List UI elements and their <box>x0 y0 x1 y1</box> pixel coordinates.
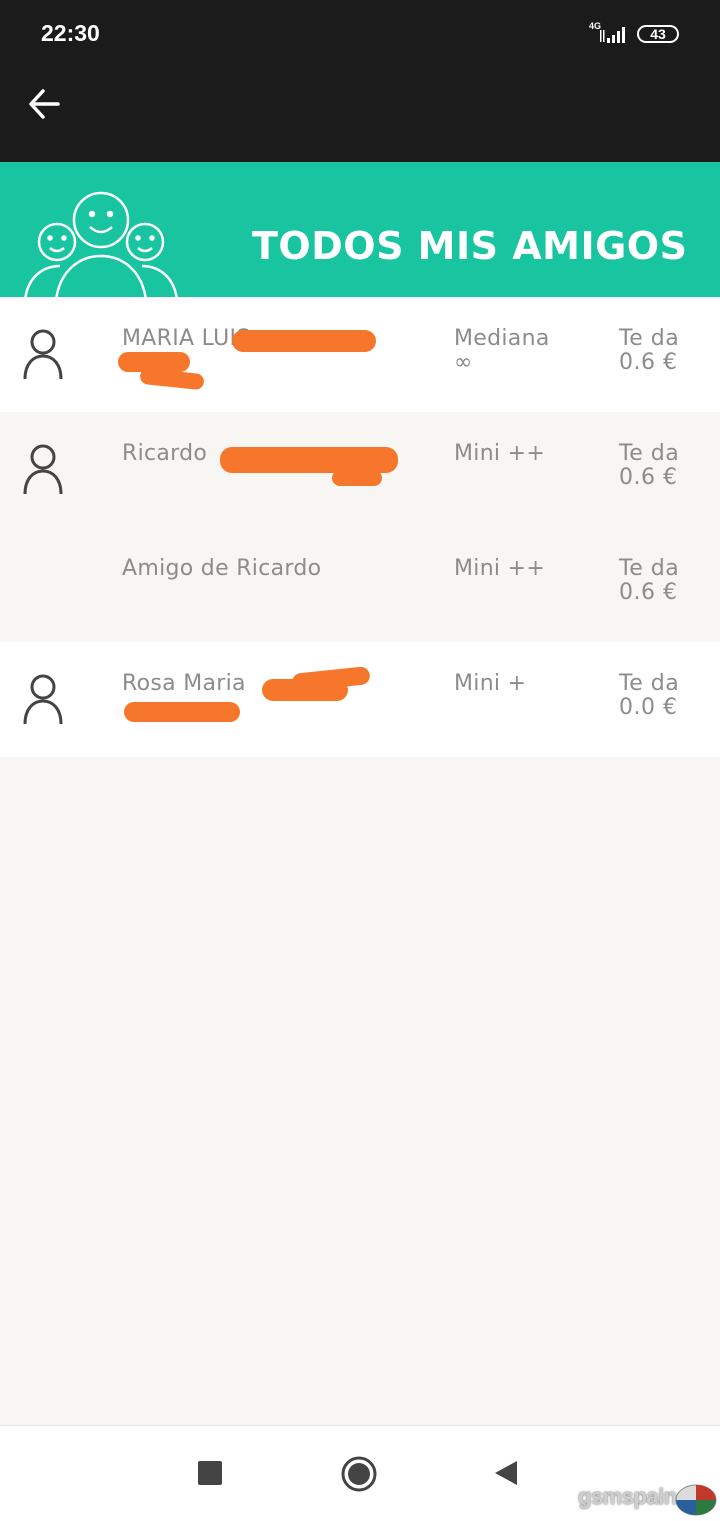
page-title: TODOS MIS AMIGOS <box>252 224 688 268</box>
friend-credit: Te da 0.6 € <box>619 326 680 375</box>
friend-row[interactable]: Amigo de Ricardo Mini ++ Te da 0.6 € <box>0 527 720 642</box>
battery-level: 43 <box>650 26 666 42</box>
recent-apps-icon[interactable] <box>198 1461 222 1485</box>
friends-list: MARIA LUIS Mediana ∞ Te da 0.6 € Ricardo… <box>0 297 720 757</box>
friend-row[interactable]: Ricardo Mini ++ Te da 0.6 € <box>0 412 720 527</box>
redaction-mark <box>139 367 205 391</box>
header-banner: TODOS MIS AMIGOS <box>0 162 720 297</box>
signal-icon <box>600 27 625 43</box>
battery-icon: 43 <box>637 25 679 43</box>
friend-credit: Te da 0.6 € <box>619 556 680 605</box>
friend-credit: Te da 0.6 € <box>619 441 680 490</box>
watermark-text: gsmspain <box>578 1484 677 1509</box>
user-icon <box>23 329 63 380</box>
status-bar: 22:30 4G 43 <box>0 0 720 70</box>
app-toolbar <box>0 70 720 162</box>
friends-group-icon <box>24 191 178 297</box>
friend-plan: Mini ++ <box>454 556 546 581</box>
redaction-mark <box>232 330 376 352</box>
friend-credit: Te da 0.0 € <box>619 671 680 720</box>
friend-row[interactable]: Rosa Maria Mini + Te da 0.0 € <box>0 642 720 757</box>
status-time: 22:30 <box>41 20 100 46</box>
back-triangle-icon[interactable] <box>493 1459 519 1487</box>
friend-plan: Mini ++ <box>454 441 546 466</box>
friend-plan: Mediana ∞ <box>454 326 550 375</box>
redaction-mark <box>332 470 382 486</box>
friend-plan: Mini + <box>454 671 527 696</box>
redaction-mark <box>124 702 240 722</box>
friend-name: Amigo de Ricardo <box>122 556 322 581</box>
back-arrow-icon[interactable] <box>24 86 66 128</box>
friend-row[interactable]: MARIA LUIS Mediana ∞ Te da 0.6 € <box>0 297 720 412</box>
user-icon <box>23 444 63 495</box>
gsmspain-logo-icon <box>675 1484 717 1516</box>
home-icon[interactable] <box>340 1455 378 1493</box>
user-icon <box>23 674 63 725</box>
